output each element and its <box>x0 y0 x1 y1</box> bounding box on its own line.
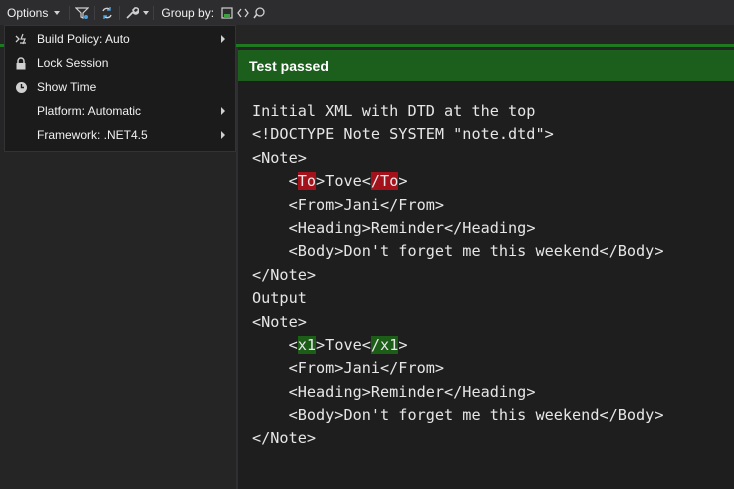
filter-icon <box>74 5 90 21</box>
menu-item-label: Build Policy: Auto <box>37 32 130 46</box>
output-line: <!DOCTYPE Note SYSTEM "note.dtd"> <box>252 125 554 144</box>
output-text: <From>Jani</From> <box>288 359 445 378</box>
menu-item-label: Platform: Automatic <box>37 104 142 118</box>
output-line: <Note> <box>252 312 307 331</box>
toolbar-separator <box>69 5 71 20</box>
toolbar-separator <box>119 5 121 20</box>
lock-icon <box>5 56 37 70</box>
menu-item-platform[interactable]: Platform: Automatic <box>5 99 235 123</box>
output-line: <Body>Don't forget me this weekend</Body… <box>252 404 734 427</box>
output-line: Output <box>252 289 307 308</box>
chevron-down-icon <box>143 10 150 15</box>
output-line: <Note> <box>252 148 307 167</box>
removed-tag-highlight: To <box>297 172 317 191</box>
group-code-icon <box>235 5 251 21</box>
filter-button[interactable] <box>74 0 90 25</box>
options-label: Options <box>7 5 49 20</box>
chevron-down-icon <box>54 10 61 15</box>
menu-item-label: Lock Session <box>37 56 109 70</box>
group-project-icon <box>251 5 267 21</box>
group-by-namespace-button[interactable] <box>219 0 235 25</box>
chevron-right-icon <box>221 35 225 43</box>
build-policy-icon <box>5 32 37 46</box>
group-by-label: Group by: <box>161 5 215 20</box>
toolbar-separator <box>153 5 155 20</box>
removed-tag-highlight: /To <box>370 172 399 191</box>
output-text: Tove <box>325 335 362 354</box>
clock-icon <box>5 81 37 94</box>
output-line: <From>Jani</From> <box>252 194 734 217</box>
sync-button[interactable] <box>99 0 115 25</box>
output-line: <Heading>Reminder</Heading> <box>252 217 734 240</box>
output-line: <Heading>Reminder</Heading> <box>252 381 734 404</box>
output-line: <From>Jani</From> <box>252 357 734 380</box>
output-text: <Heading>Reminder</Heading> <box>288 218 536 237</box>
menu-item-framework[interactable]: Framework: .NET4.5 <box>5 123 235 147</box>
menu-item-label: Framework: .NET4.5 <box>37 128 148 142</box>
test-status-bar: Test passed <box>238 50 734 81</box>
sync-icon <box>99 5 115 21</box>
output-text: <Body>Don't forget me this weekend</Body… <box>288 406 664 425</box>
output-line: <To>Tove</To> <box>252 172 408 191</box>
output-text: <Heading>Reminder</Heading> <box>288 382 536 401</box>
toolbar: Options Group by: <box>0 0 734 25</box>
toolbar-separator <box>94 5 96 20</box>
options-menu: Build Policy: Auto Lock Session Show Tim… <box>4 25 236 152</box>
added-tag-highlight: x1 <box>297 335 317 354</box>
added-tag-highlight: /x1 <box>370 335 399 354</box>
output-text: Tove <box>325 172 362 191</box>
output-line: <x1>Tove</x1> <box>252 335 408 354</box>
wrench-icon <box>124 5 140 21</box>
output-line: </Note> <box>252 429 317 448</box>
output-line: <Body>Don't forget me this weekend</Body… <box>252 240 734 263</box>
group-by-project-button[interactable] <box>251 0 267 25</box>
menu-item-lock-session[interactable]: Lock Session <box>5 51 235 75</box>
chevron-right-icon <box>221 131 225 139</box>
test-status-text: Test passed <box>249 57 329 74</box>
group-namespace-icon <box>219 5 235 21</box>
menu-item-build-policy[interactable]: Build Policy: Auto <box>5 27 235 51</box>
output-line: </Note> <box>252 265 317 284</box>
chevron-right-icon <box>221 107 225 115</box>
options-dropdown[interactable]: Options <box>0 0 65 25</box>
settings-dropdown[interactable] <box>124 0 150 25</box>
output-line: Initial XML with DTD at the top <box>252 102 536 120</box>
output-text: <From>Jani</From> <box>288 195 445 214</box>
group-by-code-button[interactable] <box>235 0 251 25</box>
menu-item-show-time[interactable]: Show Time <box>5 75 235 99</box>
output-text: <Body>Don't forget me this weekend</Body… <box>288 242 664 261</box>
test-output: Initial XML with DTD at the top <!DOCTYP… <box>238 81 734 489</box>
menu-item-label: Show Time <box>37 80 97 94</box>
